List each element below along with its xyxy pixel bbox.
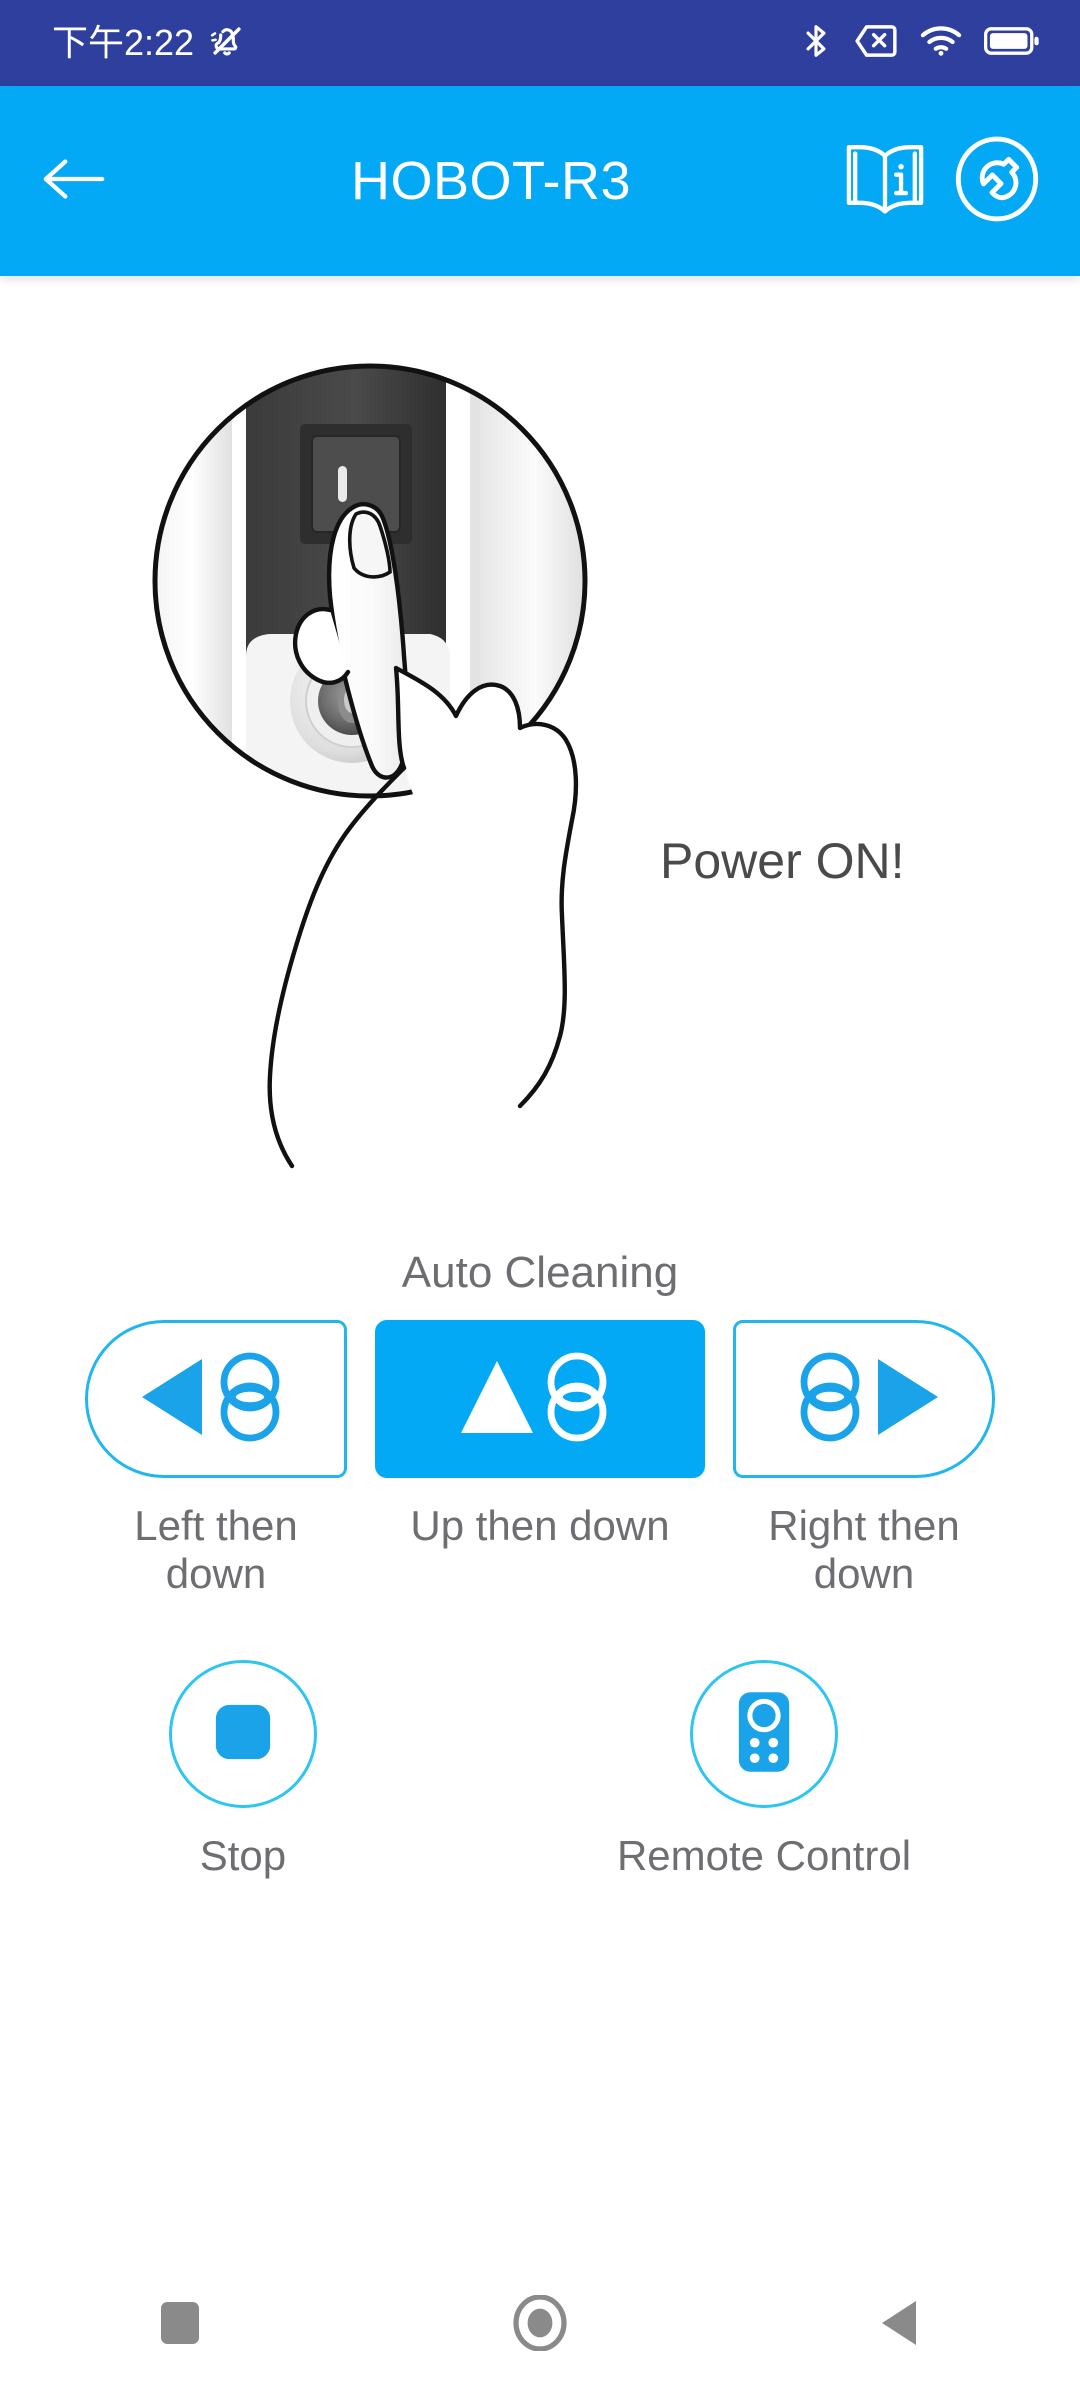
app-screen: 下午2:22 HOBOT-R3 Power ON! Auto Cleaning … (0, 0, 1080, 2400)
status-bar-clock: 下午2:22 (52, 22, 195, 63)
auto-cleaning-button-row: Left then down Up then down Right then d… (0, 1320, 1080, 1599)
bell-muted-icon (208, 22, 246, 65)
up-then-down-label: Up then down (410, 1502, 670, 1549)
triangle-back-icon (878, 2297, 922, 2354)
app-bar: HOBOT-R3 (0, 86, 1080, 276)
settings-button[interactable] (954, 136, 1040, 227)
stop-control: Stop (168, 1660, 317, 1880)
right-then-down-label: Right then down (768, 1502, 960, 1598)
no-sim-icon (854, 23, 898, 64)
auto-cleaning-option-left: Left then down (65, 1320, 367, 1599)
status-bar: 下午2:22 (0, 0, 1080, 86)
back-nav-button[interactable] (810, 2297, 990, 2354)
wrench-circle-icon (954, 136, 1040, 226)
stop-label: Stop (199, 1832, 287, 1879)
auto-cleaning-title: Auto Cleaning (401, 1248, 679, 1297)
hero-illustration: Power ON! (0, 276, 1080, 1196)
battery-full-icon (984, 25, 1040, 62)
back-button[interactable] (0, 154, 150, 209)
page-title: HOBOT-R3 (350, 151, 632, 211)
remote-control-button[interactable] (690, 1660, 838, 1808)
right-then-down-button[interactable] (733, 1320, 995, 1478)
system-navigation-bar (0, 2250, 1080, 2400)
left-then-down-label: Left then down (134, 1502, 298, 1598)
remote-control: Remote Control (617, 1660, 911, 1880)
up-then-down-button[interactable] (375, 1320, 705, 1478)
manual-button[interactable] (842, 140, 928, 223)
bluetooth-icon (800, 22, 832, 65)
hand-pressing-power-switch-illustration (152, 363, 588, 1169)
left-then-down-button[interactable] (85, 1320, 347, 1478)
home-button[interactable] (450, 2293, 630, 2356)
circle-home-icon (512, 2293, 568, 2356)
wifi-icon (920, 24, 962, 63)
remote-control-label: Remote Control (616, 1832, 912, 1879)
arrow-left-icon (42, 154, 108, 209)
book-info-icon (842, 144, 928, 222)
remote-control-icon (733, 1689, 795, 1780)
status-bar-left: 下午2:22 (52, 22, 246, 65)
auto-cleaning-option-up: Up then down (375, 1320, 705, 1550)
control-button-row: Stop Remote Control (0, 1660, 1080, 1880)
arrow-right-cleaning-path-icon (774, 1345, 954, 1454)
stop-square-icon (212, 1701, 274, 1768)
arrow-up-cleaning-path-icon (445, 1345, 635, 1454)
app-bar-actions (842, 136, 1080, 227)
auto-cleaning-option-right: Right then down (713, 1320, 1015, 1599)
power-on-caption: Power ON! (660, 833, 905, 889)
recents-button[interactable] (90, 2298, 270, 2353)
stop-button[interactable] (168, 1660, 317, 1808)
square-recents-icon (159, 2298, 201, 2353)
arrow-left-cleaning-path-icon (126, 1345, 306, 1454)
status-bar-right (800, 22, 1040, 65)
